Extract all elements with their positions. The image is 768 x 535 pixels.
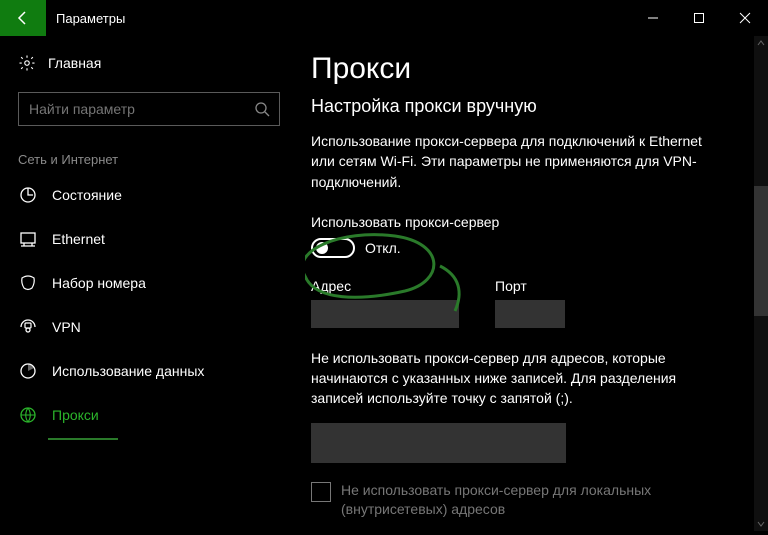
port-label: Порт: [495, 278, 565, 294]
status-icon: [18, 185, 38, 205]
sidebar-item-dialup[interactable]: Набор номера: [18, 261, 305, 305]
search-input[interactable]: [19, 101, 245, 117]
close-button[interactable]: [722, 0, 768, 36]
sidebar-item-label: Набор номера: [52, 275, 146, 291]
arrow-left-icon: [15, 10, 31, 26]
window-title: Параметры: [56, 11, 125, 26]
address-label: Адрес: [311, 278, 459, 294]
scrollbar[interactable]: [754, 36, 768, 531]
use-proxy-toggle[interactable]: [311, 238, 355, 258]
data-usage-icon: [18, 361, 38, 381]
category-heading: Сеть и Интернет: [18, 152, 305, 167]
sidebar-item-label: Ethernet: [52, 231, 105, 247]
sidebar-item-ethernet[interactable]: Ethernet: [18, 217, 305, 261]
exclusion-description: Не использовать прокси-сервер для адресо…: [311, 348, 731, 409]
minimize-icon: [647, 12, 659, 24]
back-button[interactable]: [0, 0, 46, 36]
section-description: Использование прокси-сервера для подключ…: [311, 131, 721, 192]
annotation-underline: [48, 438, 118, 440]
home-label: Главная: [48, 55, 101, 71]
maximize-button[interactable]: [676, 0, 722, 36]
sidebar-item-proxy[interactable]: Прокси: [18, 393, 305, 437]
dialup-icon: [18, 273, 38, 293]
toggle-state-text: Откл.: [365, 240, 401, 256]
search-input-wrapper[interactable]: [18, 92, 280, 126]
ethernet-icon: [18, 229, 38, 249]
vpn-icon: [18, 317, 38, 337]
toggle-knob: [316, 242, 328, 254]
home-link[interactable]: Главная: [18, 50, 305, 76]
local-exclude-checkbox[interactable]: [311, 482, 331, 502]
local-exclude-label: Не использовать прокси-сервер для локаль…: [341, 481, 701, 520]
minimize-button[interactable]: [630, 0, 676, 36]
sidebar-item-vpn[interactable]: VPN: [18, 305, 305, 349]
section-heading: Настройка прокси вручную: [311, 96, 748, 117]
port-input[interactable]: [495, 300, 565, 328]
address-input[interactable]: [311, 300, 459, 328]
use-proxy-label: Использовать прокси-сервер: [311, 214, 748, 230]
sidebar-item-label: Состояние: [52, 187, 122, 203]
gear-icon: [18, 54, 36, 72]
sidebar-item-status[interactable]: Состояние: [18, 173, 305, 217]
close-icon: [739, 12, 751, 24]
maximize-icon: [693, 12, 705, 24]
globe-icon: [18, 405, 38, 425]
scrollbar-thumb[interactable]: [754, 186, 768, 316]
sidebar-item-label: VPN: [52, 319, 81, 335]
sidebar-item-data-usage[interactable]: Использование данных: [18, 349, 305, 393]
page-title: Прокси: [311, 52, 748, 86]
sidebar-item-label: Использование данных: [52, 363, 204, 379]
exclusion-input[interactable]: [311, 423, 566, 463]
sidebar-item-label: Прокси: [52, 407, 99, 423]
search-icon: [245, 101, 279, 117]
scroll-down-button[interactable]: [754, 517, 768, 531]
scroll-up-button[interactable]: [754, 36, 768, 50]
